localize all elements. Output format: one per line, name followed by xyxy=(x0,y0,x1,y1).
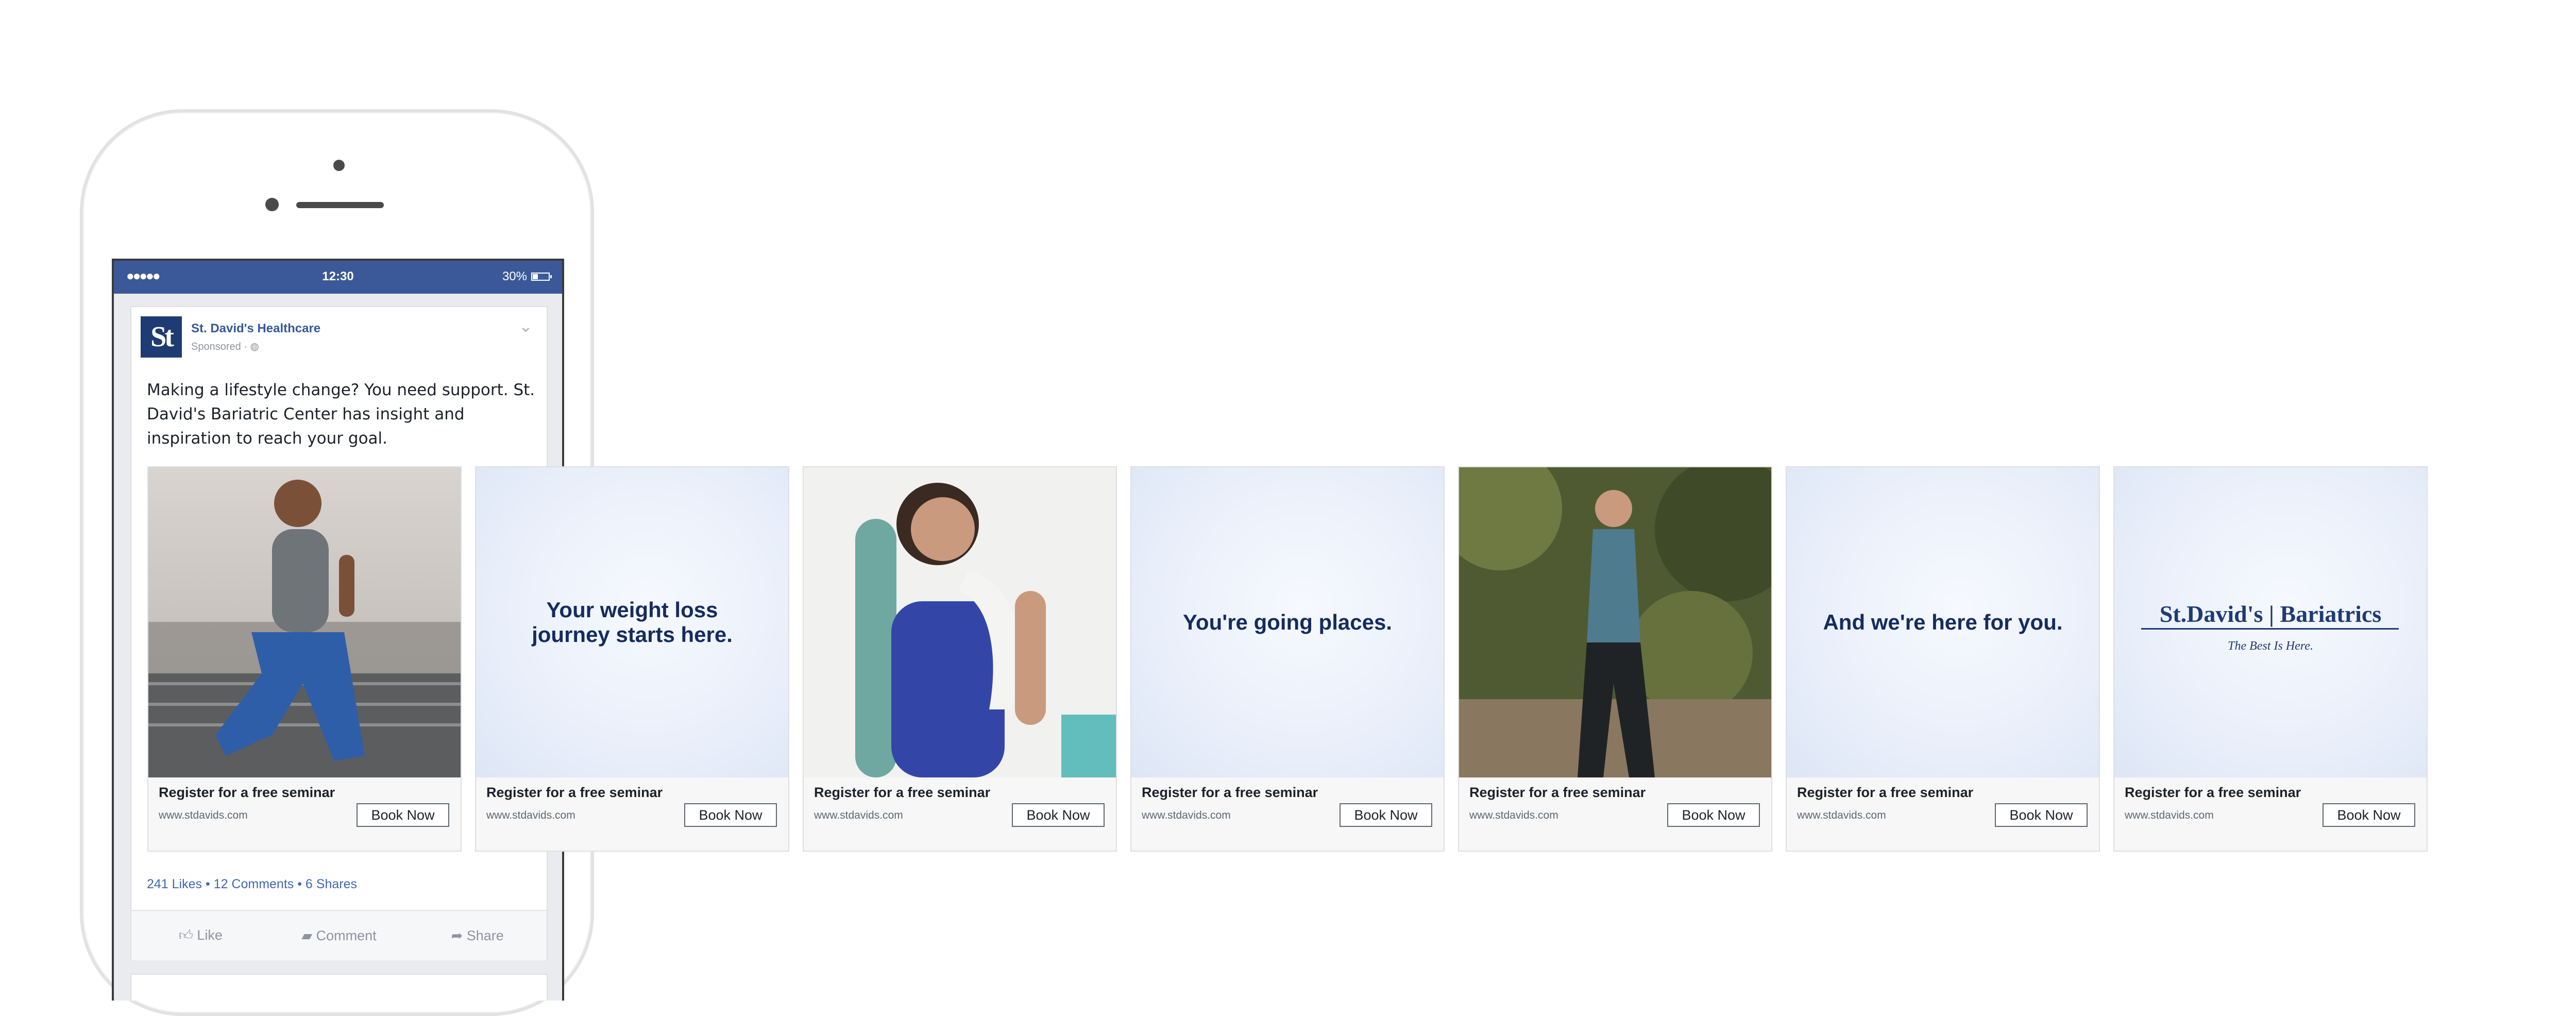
battery-status: 30% xyxy=(502,269,552,284)
carousel-card[interactable]: St.David's | Bariatrics The Best Is Here… xyxy=(2113,466,2428,852)
card-title: Register for a free seminar xyxy=(2125,785,2301,800)
card-title: Register for a free seminar xyxy=(814,785,991,800)
card-url: www.stdavids.com xyxy=(2125,809,2214,821)
book-now-button[interactable]: Book Now xyxy=(1012,803,1105,827)
headline-line-1: Your weight loss xyxy=(546,598,718,622)
status-bar: ●●●●● 12:30 30% xyxy=(114,261,562,294)
chevron-down-icon[interactable]: ⌄ xyxy=(519,318,533,334)
photo-woman-yoga-mat xyxy=(804,467,1116,777)
page-name-link[interactable]: St. David's Healthcare xyxy=(191,321,320,336)
photo-woman-jogging-trail xyxy=(1459,467,1771,777)
book-now-button[interactable]: Book Now xyxy=(1667,803,1760,827)
proximity-sensor xyxy=(265,198,279,211)
comment-button[interactable]: ▰ Comment xyxy=(270,928,409,944)
thumbs-up-icon: 👍︎ xyxy=(178,927,197,943)
card-title: Register for a free seminar xyxy=(486,785,663,800)
card-image-woman-jogging[interactable] xyxy=(1459,467,1771,777)
headline-line-1: And we're here for you. xyxy=(1823,610,2063,634)
carousel-card[interactable]: And we're here for you. Register for a f… xyxy=(1786,466,2100,852)
share-label: Share xyxy=(466,927,504,943)
card-title: Register for a free seminar xyxy=(159,785,335,800)
card-url: www.stdavids.com xyxy=(486,809,575,821)
card-brand-panel[interactable]: St.David's | Bariatrics The Best Is Here… xyxy=(2114,467,2427,777)
book-now-button[interactable]: Book Now xyxy=(1340,803,1432,827)
photo-man-running xyxy=(148,467,461,777)
share-button[interactable]: ➦ Share xyxy=(408,928,547,944)
card-url: www.stdavids.com xyxy=(1142,809,1231,821)
headline-line-2: journey starts here. xyxy=(532,622,733,647)
book-now-button[interactable]: Book Now xyxy=(357,803,449,827)
card-title: Register for a free seminar xyxy=(1797,785,1974,800)
card-title: Register for a free seminar xyxy=(1142,785,1318,800)
page-logo[interactable]: St xyxy=(141,316,182,358)
earpiece-speaker xyxy=(296,202,384,208)
social-counts[interactable]: 241 Likes • 12 Comments • 6 Shares xyxy=(147,877,357,892)
comment-icon: ▰ xyxy=(301,927,316,943)
carousel-card[interactable]: You're going places. Register for a free… xyxy=(1130,466,1445,852)
card-url: www.stdavids.com xyxy=(1469,809,1558,821)
book-now-button[interactable]: Book Now xyxy=(1995,803,2088,827)
post-message: Making a lifestyle change? You need supp… xyxy=(147,381,535,448)
sponsored-label: Sponsored · ◍ xyxy=(191,341,259,352)
card-headline-panel[interactable]: You're going places. xyxy=(1131,467,1444,777)
like-button[interactable]: 👍︎ Like xyxy=(131,927,270,944)
card-image-man-running[interactable] xyxy=(148,467,461,777)
card-headline: You're going places. xyxy=(1131,467,1444,777)
card-headline-panel[interactable]: Your weight loss journey starts here. xyxy=(476,467,788,777)
card-headline: And we're here for you. xyxy=(1787,467,2099,777)
brand-tagline: The Best Is Here. xyxy=(2228,639,2313,653)
carousel-card[interactable]: Register for a free seminar www.stdavids… xyxy=(1458,466,1772,852)
front-camera xyxy=(333,160,345,171)
status-time: 12:30 xyxy=(322,269,354,283)
card-headline-panel[interactable]: And we're here for you. xyxy=(1787,467,2099,777)
battery-icon xyxy=(531,273,552,281)
carousel-card[interactable]: Your weight loss journey starts here. Reg… xyxy=(475,466,789,852)
carousel-card[interactable]: Register for a free seminar www.stdavids… xyxy=(803,466,1117,852)
book-now-button[interactable]: Book Now xyxy=(684,803,777,827)
brand-logo: St.David's | Bariatrics The Best Is Here… xyxy=(2114,467,2427,777)
comment-label: Comment xyxy=(316,927,377,943)
card-url: www.stdavids.com xyxy=(1797,809,1886,821)
like-label: Like xyxy=(197,927,223,943)
post-actions: 👍︎ Like ▰ Comment ➦ Share xyxy=(131,911,547,960)
headline-line-1: You're going places. xyxy=(1183,610,1392,634)
share-icon: ➦ xyxy=(451,927,467,943)
carousel-card[interactable]: Register for a free seminar www.stdavids… xyxy=(147,466,462,852)
brand-rule xyxy=(2141,628,2399,630)
card-title: Register for a free seminar xyxy=(1469,785,1646,800)
card-url: www.stdavids.com xyxy=(159,809,248,821)
brand-name: St.David's | Bariatrics xyxy=(2159,601,2382,627)
card-headline: Your weight loss journey starts here. xyxy=(476,467,788,777)
card-url: www.stdavids.com xyxy=(814,809,903,821)
book-now-button[interactable]: Book Now xyxy=(2323,803,2415,827)
card-image-woman-yoga-mat[interactable] xyxy=(804,467,1116,777)
battery-percent: 30% xyxy=(502,269,527,283)
next-post xyxy=(130,974,548,1001)
